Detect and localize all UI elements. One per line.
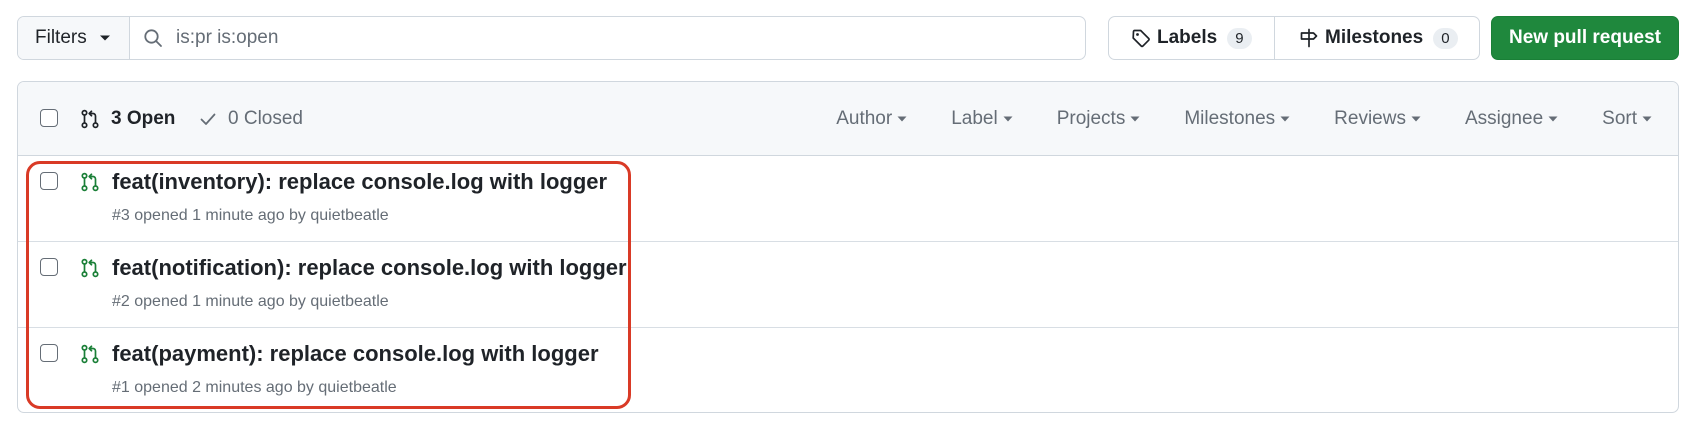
pull-request-row: feat(payment): replace console.log with …: [18, 328, 1678, 412]
toolbar: Filters Labels 9 Milestones 0: [17, 16, 1679, 60]
author-menu[interactable]: Author: [836, 108, 907, 130]
pull-request-list: 3 Open 0 Closed Author Label Projects Mi…: [17, 81, 1679, 413]
search-area: [130, 17, 1085, 59]
open-count-label: 3 Open: [111, 108, 176, 129]
row-checkbox[interactable]: [40, 172, 58, 190]
menu-label: Milestones: [1184, 108, 1276, 129]
row-checkbox[interactable]: [40, 344, 58, 362]
milestones-label: Milestones: [1325, 27, 1424, 48]
caret-down-icon: [1130, 116, 1140, 122]
sort-menu[interactable]: Sort: [1602, 108, 1652, 130]
new-pull-request-button[interactable]: New pull request: [1491, 16, 1679, 60]
labels-button[interactable]: Labels 9: [1109, 17, 1275, 59]
git-pull-request-icon: [80, 172, 100, 192]
menu-label: Reviews: [1334, 108, 1406, 129]
pull-request-row: feat(notification): replace console.log …: [18, 242, 1678, 328]
labels-label: Labels: [1157, 27, 1218, 48]
projects-menu[interactable]: Projects: [1057, 108, 1141, 130]
search-input[interactable]: [176, 27, 976, 49]
git-pull-request-icon: [80, 344, 100, 364]
milestones-count: 0: [1433, 27, 1458, 49]
git-pull-request-icon: [80, 258, 100, 278]
menu-label: Projects: [1056, 108, 1126, 129]
caret-down-icon: [99, 34, 111, 42]
tag-icon: [1131, 28, 1151, 48]
caret-down-icon: [1280, 116, 1290, 122]
filters-button[interactable]: Filters: [18, 17, 130, 59]
caret-down-icon: [1411, 116, 1421, 122]
pull-request-meta: #1 opened 2 minutes ago by quietbeatle: [112, 379, 397, 396]
labels-milestones-group: Labels 9 Milestones 0: [1108, 16, 1480, 60]
row-checkbox[interactable]: [40, 258, 58, 276]
check-icon: [199, 110, 217, 128]
pull-request-meta: #2 opened 1 minute ago by quietbeatle: [112, 293, 389, 310]
caret-down-icon: [1548, 116, 1558, 122]
milestones-button[interactable]: Milestones 0: [1275, 17, 1479, 59]
labels-count: 9: [1227, 27, 1252, 49]
pull-request-row: feat(inventory): replace console.log wit…: [18, 156, 1678, 242]
pull-request-title[interactable]: feat(payment): replace console.log with …: [112, 341, 599, 367]
filter-search-group: Filters: [17, 16, 1086, 60]
filters-label: Filters: [35, 27, 87, 48]
menu-label: Label: [951, 108, 998, 129]
reviews-menu[interactable]: Reviews: [1334, 108, 1421, 130]
closed-filter-link[interactable]: 0 Closed: [199, 108, 303, 130]
list-header: 3 Open 0 Closed Author Label Projects Mi…: [18, 82, 1678, 156]
milestone-icon: [1299, 28, 1319, 48]
caret-down-icon: [1003, 116, 1013, 122]
search-icon: [143, 28, 163, 48]
milestones-menu[interactable]: Milestones: [1184, 108, 1290, 130]
git-pull-request-icon: [80, 109, 100, 129]
label-menu[interactable]: Label: [951, 108, 1013, 130]
menu-label: Assignee: [1464, 108, 1544, 129]
assignee-menu[interactable]: Assignee: [1465, 108, 1558, 130]
pull-request-title[interactable]: feat(notification): replace console.log …: [112, 255, 627, 281]
select-all-checkbox[interactable]: [40, 109, 58, 127]
closed-count-label: 0 Closed: [228, 108, 303, 129]
menu-label: Author: [836, 108, 893, 129]
menu-label: Sort: [1602, 108, 1637, 129]
caret-down-icon: [1642, 116, 1652, 122]
open-filter-link[interactable]: 3 Open: [80, 108, 175, 130]
pull-request-title[interactable]: feat(inventory): replace console.log wit…: [112, 169, 607, 195]
filter-menus: Author Label Projects Milestones Reviews…: [836, 108, 1652, 130]
caret-down-icon: [897, 116, 907, 122]
pull-request-meta: #3 opened 1 minute ago by quietbeatle: [112, 207, 389, 224]
